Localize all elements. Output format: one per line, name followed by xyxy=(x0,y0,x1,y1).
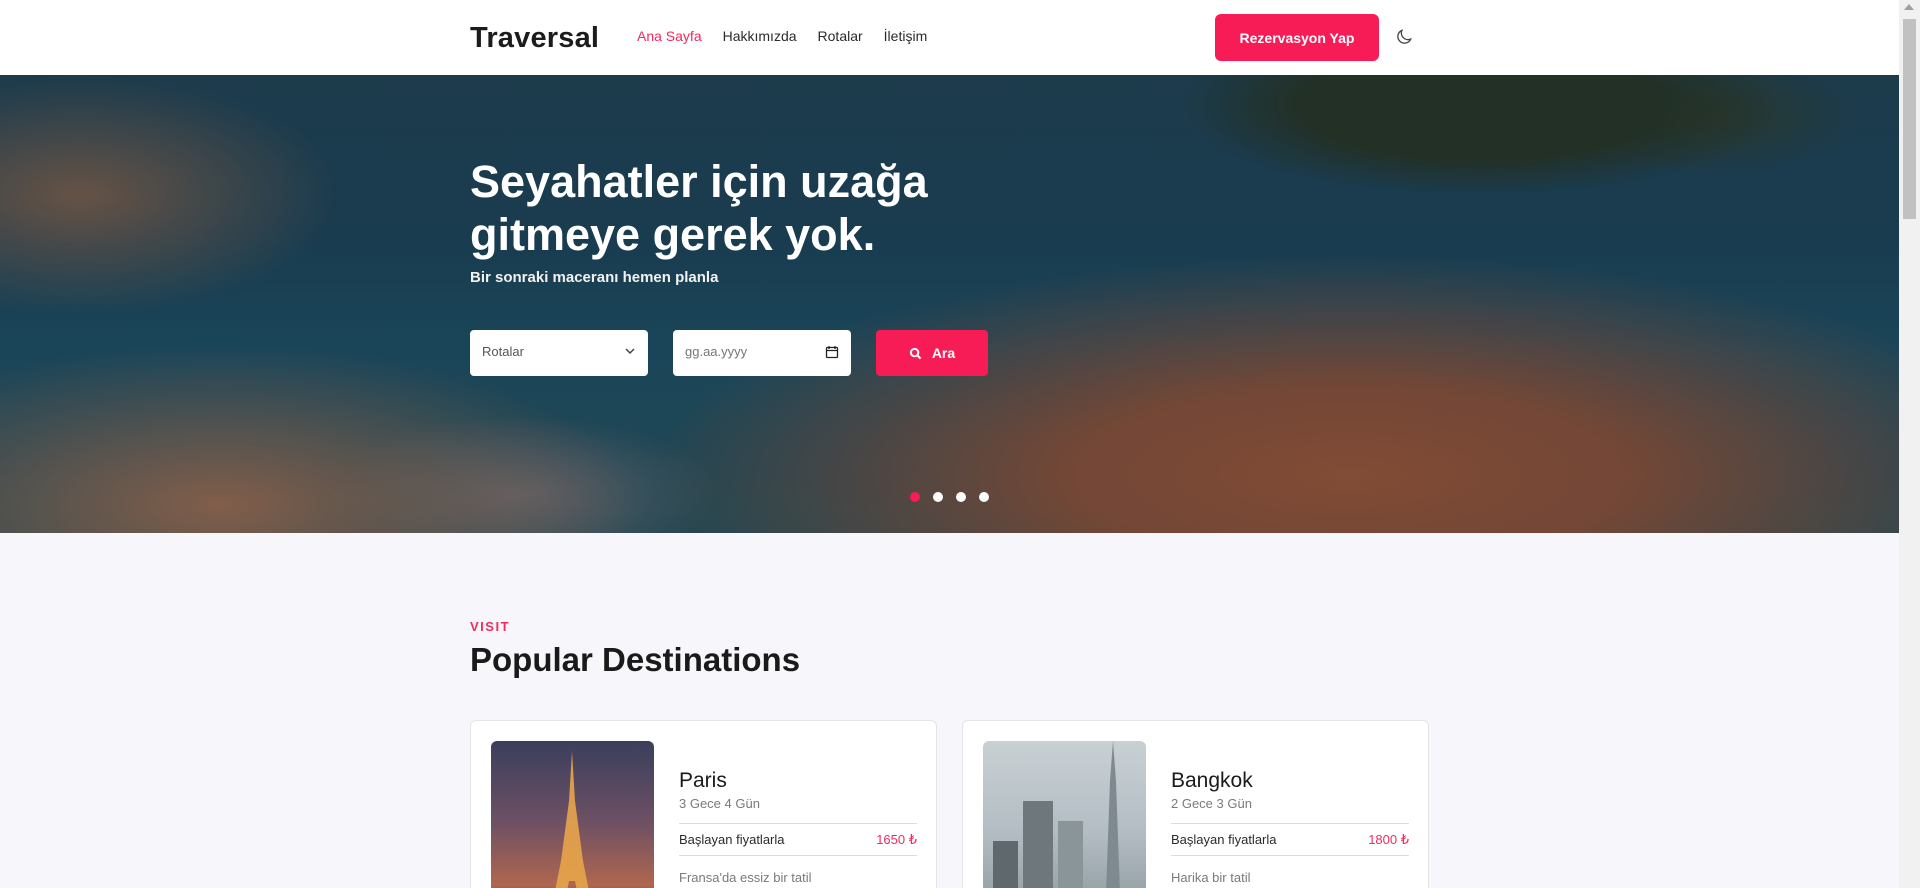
destination-card[interactable]: Paris 3 Gece 4 Gün Başlayan fiyatlarla 1… xyxy=(470,720,937,888)
chevron-down-icon xyxy=(625,348,635,355)
top-navbar: Traversal Ana Sayfa Hakkımızda Rotalar İ… xyxy=(0,0,1899,75)
hero-banner: Seyahatler için uzağa gitmeye gerek yok.… xyxy=(0,75,1899,533)
site-logo[interactable]: Traversal xyxy=(470,22,599,55)
section-eyebrow: VISIT xyxy=(470,619,511,634)
slider-dots xyxy=(910,492,989,502)
price-label: Başlayan fiyatlarla xyxy=(679,832,785,847)
price-row: Başlayan fiyatlarla 1650 ₺ xyxy=(679,823,917,856)
price-row: Başlayan fiyatlarla 1800 ₺ xyxy=(1171,823,1409,856)
eiffel-tower-image xyxy=(555,751,589,888)
destination-image[interactable] xyxy=(491,741,654,888)
price-value: 1650 ₺ xyxy=(876,831,917,847)
skyline-image xyxy=(993,741,1120,888)
destination-duration: 2 Gece 3 Gün xyxy=(1171,796,1252,811)
nav-link-routes[interactable]: Rotalar xyxy=(818,28,863,44)
destination-description: Harika bir tatil xyxy=(1171,870,1251,885)
slider-dot-4[interactable] xyxy=(979,492,989,502)
route-select[interactable]: Rotalar xyxy=(470,330,648,376)
hero-title: Seyahatler için uzağa gitmeye gerek yok. xyxy=(470,156,928,260)
search-icon xyxy=(909,347,922,359)
destination-card[interactable]: Bangkok 2 Gece 3 Gün Başlayan fiyatlarla… xyxy=(962,720,1429,888)
slider-dot-1[interactable] xyxy=(910,492,920,502)
search-button-label: Ara xyxy=(931,345,956,361)
section-title: Popular Destinations xyxy=(470,641,801,678)
slider-dot-3[interactable] xyxy=(956,492,966,502)
search-button[interactable]: Ara xyxy=(876,330,988,376)
price-label: Başlayan fiyatlarla xyxy=(1171,832,1277,847)
moon-icon[interactable] xyxy=(1394,27,1414,47)
route-select-value: Rotalar xyxy=(482,344,524,359)
destination-description: Fransa'da essiz bir tatil xyxy=(679,870,812,885)
scrollbar-thumb[interactable] xyxy=(1903,19,1916,219)
date-input-placeholder: gg.aa.yyyy xyxy=(685,344,748,359)
page-scrollbar[interactable] xyxy=(1899,0,1920,888)
destination-image[interactable] xyxy=(983,741,1146,888)
hero-subtitle: Bir sonraki maceranı hemen planla xyxy=(470,269,719,286)
slider-dot-2[interactable] xyxy=(933,492,943,502)
destination-city: Bangkok xyxy=(1171,769,1253,792)
destination-info: Bangkok 2 Gece 3 Gün Başlayan fiyatlarla… xyxy=(1171,769,1409,885)
reservation-button[interactable]: Rezervasyon Yap xyxy=(1215,14,1379,61)
nav-link-home[interactable]: Ana Sayfa xyxy=(637,28,702,44)
hero-text: Seyahatler için uzağa gitmeye gerek yok.… xyxy=(470,155,950,286)
main-nav: Ana Sayfa Hakkımızda Rotalar İletişim xyxy=(637,28,927,44)
nav-link-contact[interactable]: İletişim xyxy=(884,28,928,44)
destination-info: Paris 3 Gece 4 Gün Başlayan fiyatlarla 1… xyxy=(679,769,917,885)
nav-link-about[interactable]: Hakkımızda xyxy=(723,28,797,44)
price-value: 1800 ₺ xyxy=(1368,831,1409,847)
date-input[interactable]: gg.aa.yyyy xyxy=(673,330,851,376)
calendar-icon[interactable] xyxy=(825,345,839,359)
destination-duration: 3 Gece 4 Gün xyxy=(679,796,760,811)
scroll-up-arrow-icon[interactable] xyxy=(1904,4,1914,10)
destination-city: Paris xyxy=(679,769,727,792)
